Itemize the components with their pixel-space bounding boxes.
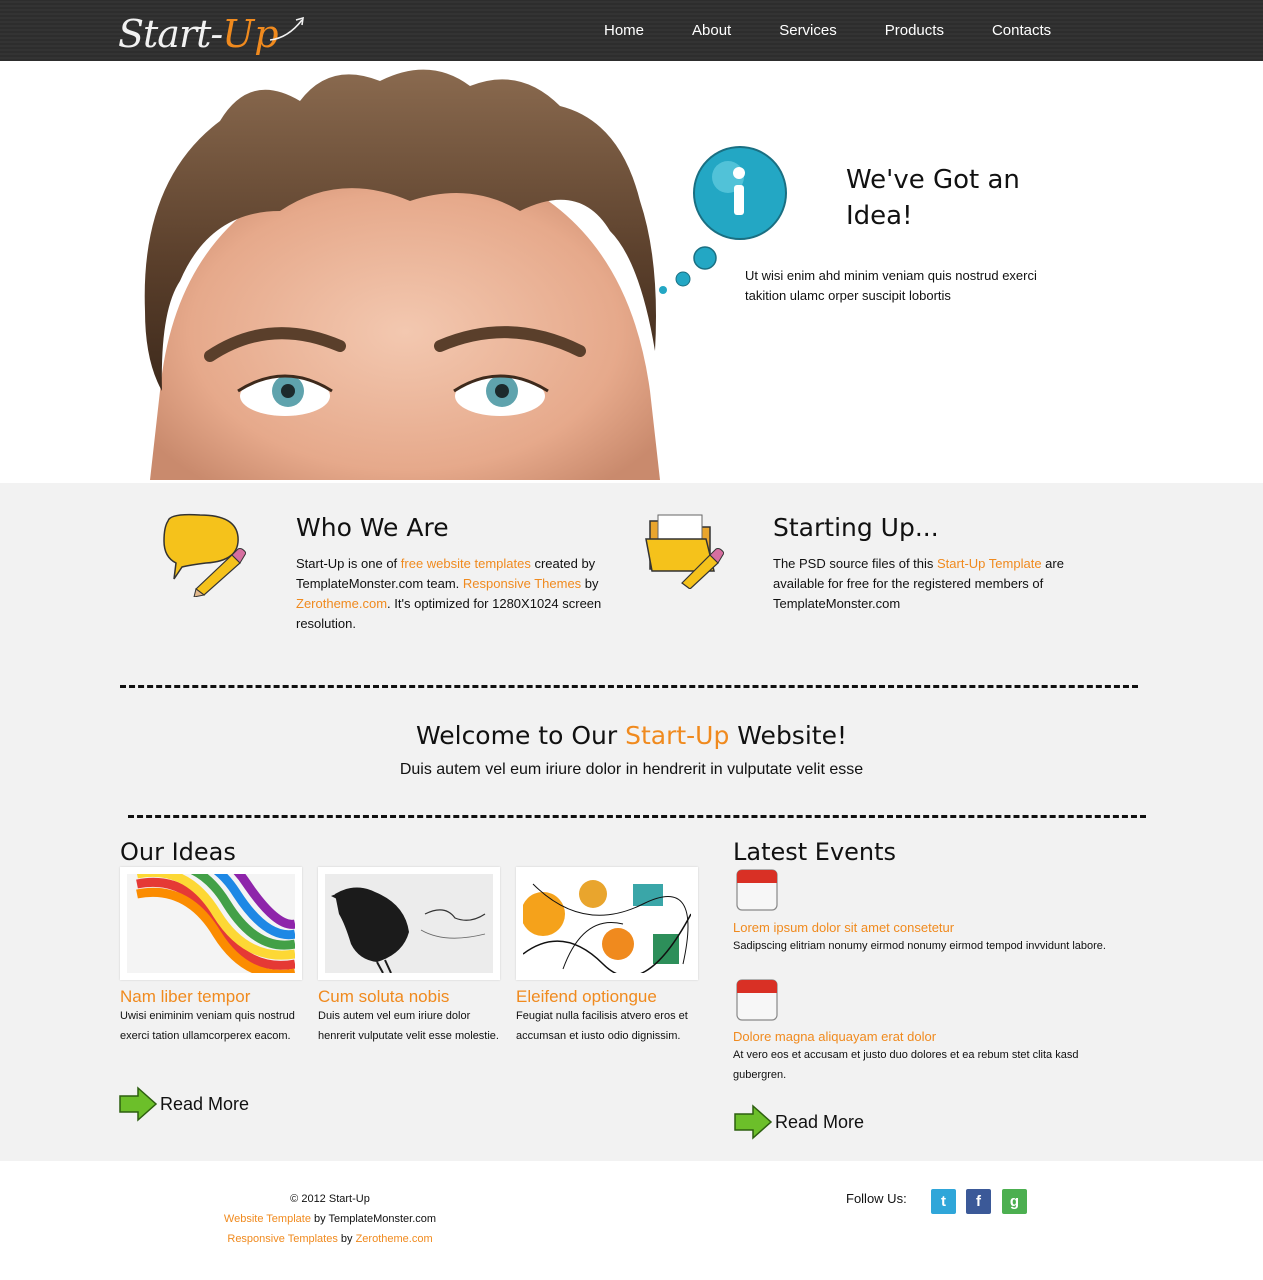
idea-text-2: Duis autem vel eum iriure dolor henrerit… <box>318 1010 499 1042</box>
nav-products[interactable]: Products <box>861 0 968 61</box>
event-title-1[interactable]: Lorem ipsum dolor sit amet consetetur <box>733 920 954 935</box>
welcome-subtitle: Duis autem vel eum iriure dolor in hendr… <box>399 761 864 778</box>
idea-title-3[interactable]: Eleifend optiongue <box>516 987 657 1007</box>
dashed-divider <box>128 815 1146 818</box>
idea-title-2[interactable]: Cum soluta nobis <box>318 987 449 1007</box>
follow-us-label: Follow Us: <box>846 1191 907 1206</box>
main-content: Who We Are Start-Up is one of free websi… <box>0 483 1263 1161</box>
welcome-title: Welcome to Our Start-Up Website! <box>0 721 1263 750</box>
zerotheme-link[interactable]: Zerotheme.com <box>296 596 387 611</box>
website-template-link[interactable]: Website Template <box>224 1213 311 1225</box>
starting-text-1: The PSD source files of this <box>773 556 938 571</box>
nav-about[interactable]: About <box>668 0 755 61</box>
welcome-title-pre: Welcome to Our <box>415 721 626 750</box>
hero-title: We've Got an Idea! <box>846 165 1020 231</box>
site-footer: © 2012 Start-Up Website Template by Temp… <box>0 1161 1263 1280</box>
logo-arrow-icon <box>269 16 304 41</box>
idea-image-rainbow[interactable] <box>120 867 302 980</box>
footer-credit-line-2: Responsive Templates by Zerotheme.com <box>180 1233 480 1245</box>
footer-credit-by: by <box>337 1233 356 1245</box>
footer-credit-text-1: by TemplateMonster.com <box>310 1213 437 1225</box>
starting-up-title: Starting Up... <box>773 513 939 542</box>
idea-title-1[interactable]: Nam liber tempor <box>120 987 250 1007</box>
event-text-2: At vero eos et accusam et justo duo dolo… <box>733 1049 1079 1081</box>
doodle-collage-image <box>523 874 691 973</box>
start-up-template-link[interactable]: Start-Up Template <box>937 556 1042 571</box>
ideas-read-more-button[interactable]: Read More <box>118 1086 249 1122</box>
welcome-title-post: Website! <box>729 721 847 750</box>
starting-up-text: The PSD source files of this Start-Up Te… <box>773 554 1073 614</box>
calendar-icon <box>736 979 778 1021</box>
raven-sketch-image <box>325 874 493 973</box>
hero-text: Ut wisi enim ahd minim veniam quis nostr… <box>745 268 1037 303</box>
idea-text-1: Uwisi eniminim veniam quis nostrud exerc… <box>120 1010 295 1042</box>
events-read-more-button[interactable]: Read More <box>733 1104 864 1140</box>
idea-image-raven[interactable] <box>318 867 500 980</box>
nav-services[interactable]: Services <box>755 0 861 61</box>
event-text-1: Sadipscing elitriam nonumy eirmod nonumy… <box>733 940 1106 952</box>
calendar-icon <box>736 869 778 911</box>
free-website-templates-link[interactable]: free website templates <box>401 556 531 571</box>
dashed-divider <box>120 685 1138 688</box>
green-arrow-icon <box>734 1104 773 1140</box>
speech-bubble-pencil-icon <box>163 513 246 597</box>
rainbow-ribbons-image <box>127 874 295 973</box>
nav-home[interactable]: Home <box>580 0 668 61</box>
green-arrow-icon <box>119 1086 158 1122</box>
events-read-more-label: Read More <box>775 1111 865 1132</box>
nav-contacts[interactable]: Contacts <box>968 0 1075 61</box>
latest-events-title: Latest Events <box>733 838 897 866</box>
hero-man-face-image <box>144 69 660 480</box>
responsive-themes-link[interactable]: Responsive Themes <box>463 576 581 591</box>
facebook-icon[interactable]: f <box>966 1189 991 1214</box>
who-text-3: by <box>581 576 599 591</box>
idea-image-doodles[interactable] <box>516 867 698 980</box>
idea-text-3: Feugiat nulla facilisis atvero eros et a… <box>516 1010 688 1042</box>
copyright-text: © 2012 Start-Up <box>290 1193 370 1205</box>
site-logo[interactable]: Start- Up <box>118 4 304 56</box>
twitter-icon[interactable]: t <box>931 1189 956 1214</box>
ideas-read-more-label: Read More <box>160 1093 250 1114</box>
welcome-title-accent: Start-Up <box>625 721 730 750</box>
folder-pencil-icon <box>645 514 724 589</box>
event-title-2[interactable]: Dolore magna aliquayam erat dolor <box>733 1029 936 1044</box>
footer-credit-line-1: Website Template by TemplateMonster.com <box>180 1213 480 1225</box>
footer-zerotheme-link[interactable]: Zerotheme.com <box>356 1233 433 1245</box>
main-nav: Home About Services Products Contacts <box>580 0 1075 61</box>
who-we-are-title: Who We Are <box>296 513 449 542</box>
google-icon[interactable]: g <box>1002 1189 1027 1214</box>
our-ideas-title: Our Ideas <box>120 838 236 866</box>
who-text-1: Start-Up is one of <box>296 556 401 571</box>
logo-text-start: Start- <box>118 12 223 56</box>
site-header: Start- Up Home About Services Products Co… <box>0 0 1263 61</box>
responsive-templates-link[interactable]: Responsive Templates <box>227 1233 337 1245</box>
who-we-are-text: Start-Up is one of free website template… <box>296 554 606 634</box>
hero-banner: We've Got an Idea! Ut wisi enim ahd mini… <box>0 61 1263 480</box>
